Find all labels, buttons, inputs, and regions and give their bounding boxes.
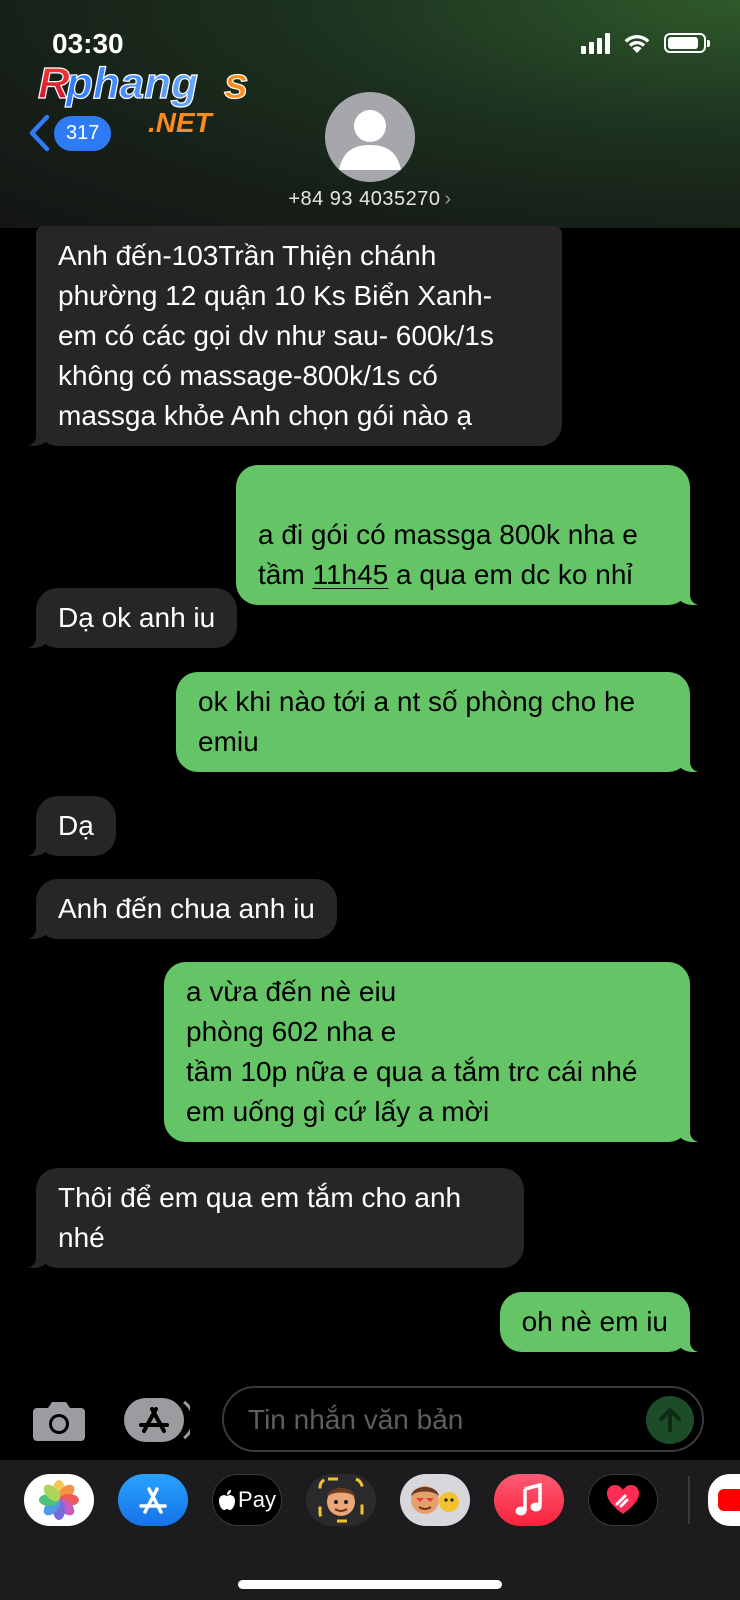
chevron-left-icon (29, 114, 50, 152)
message-text: tầm (258, 559, 313, 590)
home-indicator[interactable] (238, 1580, 502, 1589)
time-link[interactable]: 11h45 (312, 559, 388, 590)
back-button[interactable]: 317 (28, 114, 112, 152)
message-incoming[interactable]: Anh đến chua anh iu (24, 879, 337, 939)
apple-pay-label: Pay (238, 1487, 276, 1512)
message-line: a đi gói có massga 800k nha e (258, 519, 638, 550)
digital-touch-icon (607, 1485, 639, 1514)
svg-text:phang: phang (65, 59, 198, 108)
apple-logo-icon (219, 1490, 236, 1510)
message-outgoing[interactable]: ok khi nào tới a nt số phòng cho he emiu (176, 672, 702, 772)
svg-text:.NET: .NET (148, 107, 215, 138)
photos-app-button[interactable] (24, 1474, 94, 1526)
arrow-up-icon (659, 1408, 681, 1432)
youtube-icon (718, 1489, 740, 1511)
message-input-placeholder: Tin nhắn văn bản (248, 1404, 464, 1435)
imessage-app-drawer: Pay (0, 1460, 740, 1600)
message-outgoing[interactable]: a vừa đến nè eiu phòng 602 nha e tầm 10p… (164, 962, 702, 1142)
photos-icon (39, 1480, 79, 1520)
contact-avatar[interactable] (325, 92, 415, 182)
message-input[interactable]: Tin nhắn văn bản (222, 1386, 704, 1452)
memoji-stickers-icon (411, 1486, 459, 1514)
contact-phone: +84 93 4035270 (288, 188, 441, 210)
status-icons (581, 32, 710, 54)
youtube-app-button[interactable] (708, 1474, 740, 1526)
contact-name[interactable]: +84 93 4035270 › (0, 188, 740, 211)
message-incoming[interactable]: Dạ ok anh iu (23, 588, 238, 648)
conversation-header: 03:30 R phang s .NET 317 +84 93 4035270 … (0, 0, 740, 228)
memoji-app-button[interactable] (306, 1474, 376, 1526)
chevron-right-icon: › (444, 188, 452, 210)
svg-text:s: s (224, 59, 248, 108)
app-drawer-divider (688, 1476, 690, 1524)
digital-touch-app-button[interactable] (588, 1474, 658, 1526)
apple-pay-app-button[interactable]: Pay (212, 1474, 282, 1526)
unread-count-badge: 317 (54, 115, 112, 151)
app-store-button[interactable] (124, 1398, 190, 1442)
memoji-icon (318, 1477, 364, 1523)
app-store-icon (139, 1487, 167, 1514)
message-incoming[interactable]: Thôi để em qua em tắm cho anh nhé (24, 1168, 524, 1268)
battery-icon (664, 33, 710, 53)
message-outgoing[interactable]: oh nè em iu (499, 1292, 703, 1352)
cellular-signal-icon (581, 32, 610, 54)
send-button[interactable] (646, 1396, 694, 1444)
app-store-app-button[interactable] (118, 1474, 188, 1526)
music-note-icon (515, 1483, 542, 1516)
message-incoming[interactable]: Anh đến-103Trần Thiện chánh phường 12 qu… (24, 226, 562, 446)
music-app-button[interactable] (494, 1474, 564, 1526)
message-outgoing[interactable]: a đi gói có massga 800k nha e tầm 11h45 a… (236, 465, 702, 605)
person-icon (339, 110, 401, 170)
camera-button[interactable] (32, 1398, 86, 1442)
wifi-icon (624, 35, 650, 53)
memoji-stickers-app-button[interactable] (400, 1474, 470, 1526)
message-text: a qua em dc ko nhỉ (388, 559, 633, 590)
message-incoming[interactable]: Dạ (24, 796, 116, 856)
